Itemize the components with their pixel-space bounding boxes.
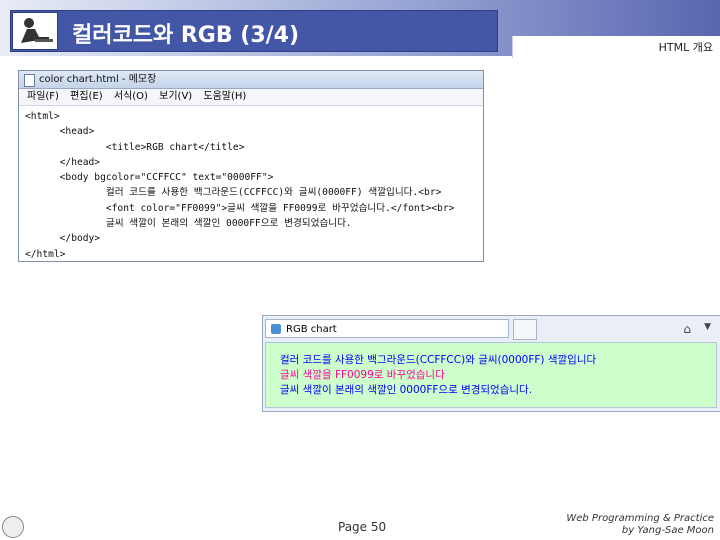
notepad-editor[interactable]: <html> <head> <title>RGB chart</title> <… (19, 106, 483, 265)
seal-icon (2, 516, 24, 538)
code-line: <body bgcolor="CCFFCC" text="0000FF"> (25, 172, 274, 184)
notepad-window: color chart.html - 메모장 파일(F) 편집(E) 서식(O)… (18, 70, 484, 262)
page-number: Page 50 (338, 520, 387, 534)
content-line: 컬러 코드를 사용한 백그라운드(CCFFCC)와 글씨(0000FF) 색깔입… (280, 354, 597, 366)
section-tab: HTML 개요 (512, 36, 720, 58)
document-icon (24, 74, 35, 87)
code-line: </head> (25, 156, 101, 168)
code-line: <html> (25, 111, 60, 122)
code-line: 컬러 코드를 사용한 백그라운드(CCFFCC)와 글씨(0000FF) 색깔입… (25, 187, 442, 199)
browser-window: RGB chart ⌂ ▼ 컬러 코드를 사용한 백그라운드(CCFFCC)와 … (262, 315, 720, 412)
content-line-highlight: 글씨 색깔을 FF0099로 바꾸었습니다 (280, 369, 445, 381)
content-line: 글씨 색깔이 본래의 색깔인 0000FF으로 변경되었습니다. (280, 384, 533, 396)
notepad-titlebar: color chart.html - 메모장 (19, 71, 483, 89)
person-at-desk-icon (12, 12, 58, 50)
home-icon[interactable]: ⌂ (683, 322, 691, 336)
page-icon (271, 324, 281, 334)
code-line: <font color="FF0099">글씨 색깔을 FF0099로 바꾸었습… (25, 202, 455, 214)
browser-content: 컬러 코드를 사용한 백그라운드(CCFFCC)와 글씨(0000FF) 색깔입… (265, 342, 717, 408)
browser-tab[interactable]: RGB chart (265, 319, 509, 338)
menu-file[interactable]: 파일(F) (27, 91, 59, 102)
code-line: </body> (25, 233, 101, 245)
menu-help[interactable]: 도움말(H) (203, 91, 246, 102)
credit-line-2: by Yang-Sae Moon (621, 525, 714, 536)
page-title: 컬러코드와 RGB (3/4) (72, 23, 300, 48)
code-line: 글씨 색깔이 본래의 색깔인 0000FF으로 변경되었습니다. (25, 218, 352, 230)
browser-tab-title: RGB chart (286, 324, 337, 335)
menu-view[interactable]: 보기(V) (159, 91, 192, 102)
menu-format[interactable]: 서식(O) (114, 91, 148, 102)
section-label: HTML 개요 (658, 41, 713, 54)
code-line: </html> (25, 248, 66, 260)
university-logo (2, 516, 72, 538)
credit-line-1: Web Programming & Practice (566, 513, 714, 524)
code-line: <head> (25, 126, 95, 138)
code-line: <title>RGB chart</title> (25, 141, 245, 153)
chevron-down-icon[interactable]: ▼ (704, 322, 711, 332)
menu-edit[interactable]: 편집(E) (70, 91, 103, 102)
new-tab-button[interactable] (513, 319, 537, 340)
credit: Web Programming & Practice by Yang-Sae M… (566, 513, 714, 537)
notepad-menubar: 파일(F) 편집(E) 서식(O) 보기(V) 도움말(H) (19, 89, 483, 106)
notepad-title: color chart.html - 메모장 (39, 74, 157, 85)
